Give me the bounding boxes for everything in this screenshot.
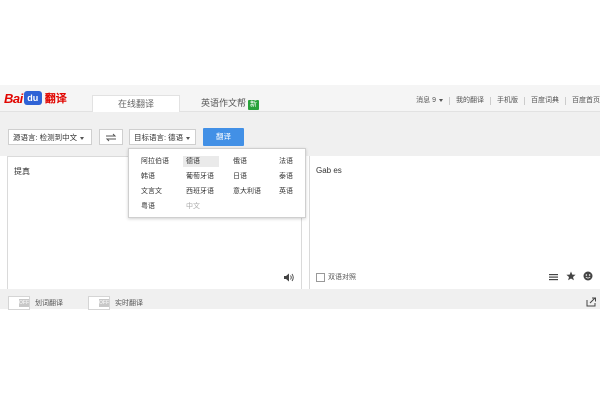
my-translations-link[interactable]: 我的翻译 bbox=[450, 97, 491, 105]
dictionary-link[interactable]: 百度词典 bbox=[525, 97, 566, 105]
chevron-down-icon bbox=[80, 136, 85, 140]
word-translate-switch[interactable]: OFF bbox=[8, 296, 30, 310]
baidu-logo[interactable]: Bai du 翻译 bbox=[4, 90, 67, 106]
lang-option-japanese[interactable]: 日语 bbox=[230, 171, 250, 182]
star-icon[interactable] bbox=[566, 271, 576, 281]
top-links: 消息 9 我的翻译 手机版 百度词典 百度首页 bbox=[410, 97, 600, 105]
tab-online-translate[interactable]: 在线翻译 bbox=[92, 95, 180, 113]
result-panel: Gab es 双语对照 bbox=[309, 156, 600, 289]
target-language-dropdown: 阿拉伯语 德语 俄语 法语 韩语 葡萄牙语 日语 泰语 文言文 西班牙语 意大利… bbox=[128, 148, 306, 218]
messages-link[interactable]: 消息 9 bbox=[410, 97, 450, 105]
new-badge: 新 bbox=[248, 100, 259, 110]
lang-option-portuguese[interactable]: 葡萄牙语 bbox=[183, 171, 217, 182]
lang-option-spanish[interactable]: 西班牙语 bbox=[183, 186, 217, 197]
baidu-home-link[interactable]: 百度首页 bbox=[566, 97, 600, 105]
translate-button[interactable]: 翻译 bbox=[203, 128, 244, 146]
lang-option-classical-chinese[interactable]: 文言文 bbox=[138, 186, 165, 197]
list-icon[interactable] bbox=[549, 273, 558, 281]
swap-icon bbox=[105, 133, 117, 142]
lang-option-english[interactable]: 英语 bbox=[276, 186, 296, 197]
lang-option-thai[interactable]: 泰语 bbox=[276, 171, 296, 182]
tab-english-writing[interactable]: 英语作文帮新 bbox=[190, 95, 270, 111]
realtime-translate-switch[interactable]: OFF bbox=[88, 296, 110, 310]
lang-option-chinese: 中文 bbox=[186, 203, 200, 210]
lang-option-french[interactable]: 法语 bbox=[276, 156, 296, 167]
lang-option-italian[interactable]: 意大利语 bbox=[230, 186, 264, 197]
paw-icon: du bbox=[23, 91, 42, 105]
swap-languages-button[interactable] bbox=[99, 129, 123, 145]
smiley-icon[interactable] bbox=[583, 271, 593, 281]
speaker-icon[interactable] bbox=[284, 273, 295, 282]
lang-option-russian[interactable]: 俄语 bbox=[230, 156, 250, 167]
chevron-down-icon bbox=[186, 136, 191, 140]
lang-option-cantonese[interactable]: 粤语 bbox=[138, 201, 158, 212]
lang-option-korean[interactable]: 韩语 bbox=[138, 171, 158, 182]
source-language-select[interactable]: 源语言: 检测到中文 bbox=[8, 129, 92, 145]
share-icon[interactable] bbox=[586, 297, 597, 307]
source-text: 提真 bbox=[14, 167, 30, 176]
realtime-translate-toggle[interactable]: OFF 实时翻译 bbox=[88, 296, 143, 310]
word-translate-toggle[interactable]: OFF 划词翻译 bbox=[8, 296, 63, 310]
chevron-down-icon bbox=[439, 98, 443, 102]
mobile-link[interactable]: 手机版 bbox=[491, 97, 525, 105]
lang-option-german[interactable]: 德语 bbox=[183, 156, 219, 167]
target-language-select[interactable]: 目标语言: 德语 bbox=[129, 129, 196, 145]
bilingual-checkbox[interactable] bbox=[316, 272, 325, 282]
bilingual-toggle[interactable]: 双语对照 bbox=[316, 272, 356, 282]
result-text: Gab es bbox=[316, 166, 342, 175]
lang-option-arabic[interactable]: 阿拉伯语 bbox=[138, 156, 172, 167]
